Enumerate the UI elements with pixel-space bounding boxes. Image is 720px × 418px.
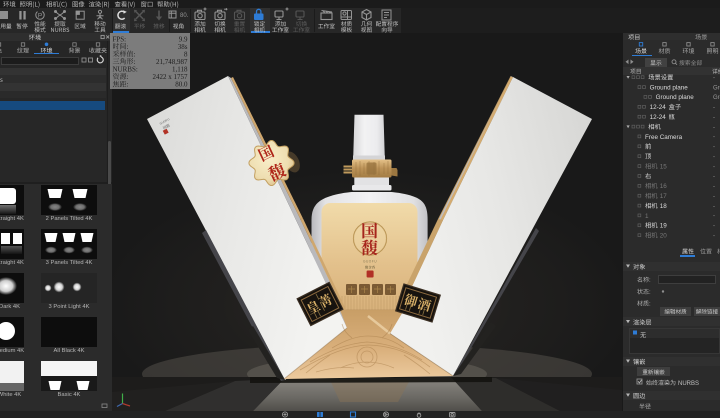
svg-text::: : [649, 302, 651, 308]
svg-text:Grou: Grou [713, 95, 720, 101]
svg-text:-: - [713, 125, 715, 131]
svg-text::: : [649, 290, 651, 296]
svg-text:Ground plane: Ground plane [656, 94, 695, 101]
svg-text:-: - [713, 174, 715, 180]
svg-text:-: - [713, 184, 715, 190]
svg-text:Ground plane: Ground plane [650, 84, 689, 91]
svg-text:17: 17 [660, 193, 668, 200]
svg-text:-: - [713, 214, 715, 220]
svg-text:-: - [713, 154, 715, 160]
svg-text:-: - [713, 224, 715, 230]
svg-text:P: P [38, 12, 42, 19]
svg-text:20: 20 [660, 233, 668, 240]
svg-text:NURBS: NURBS [678, 381, 699, 387]
svg-text:80.0: 80.0 [175, 81, 188, 89]
svg-text::: : [127, 81, 129, 89]
svg-text:-: - [713, 115, 715, 121]
svg-text:GUOFU: GUOFU [363, 260, 377, 264]
svg-text:-: - [713, 204, 715, 210]
svg-text:-: - [713, 105, 715, 111]
svg-text:-: - [713, 164, 715, 170]
svg-text:FPS:: FPS: [113, 35, 127, 43]
svg-text:-: - [713, 135, 715, 141]
svg-text:-: - [713, 75, 715, 81]
svg-text:80.: 80. [180, 13, 189, 19]
svg-text:-: - [713, 233, 715, 239]
svg-text::: : [649, 278, 651, 284]
svg-text::: : [127, 43, 129, 51]
svg-text:-: - [713, 194, 715, 200]
svg-text:18: 18 [660, 203, 668, 210]
svg-text:1: 1 [645, 213, 649, 220]
svg-text:12-24: 12-24 [650, 114, 667, 121]
svg-text:Grou: Grou [713, 85, 720, 91]
svg-text:15: 15 [660, 163, 668, 170]
svg-text:12-24: 12-24 [650, 104, 667, 111]
svg-text:-: - [713, 145, 715, 151]
svg-text:NURBS:: NURBS: [113, 66, 138, 74]
svg-text:19: 19 [660, 223, 668, 230]
svg-text:16: 16 [660, 183, 668, 190]
svg-text:Free Camera: Free Camera [645, 134, 683, 141]
